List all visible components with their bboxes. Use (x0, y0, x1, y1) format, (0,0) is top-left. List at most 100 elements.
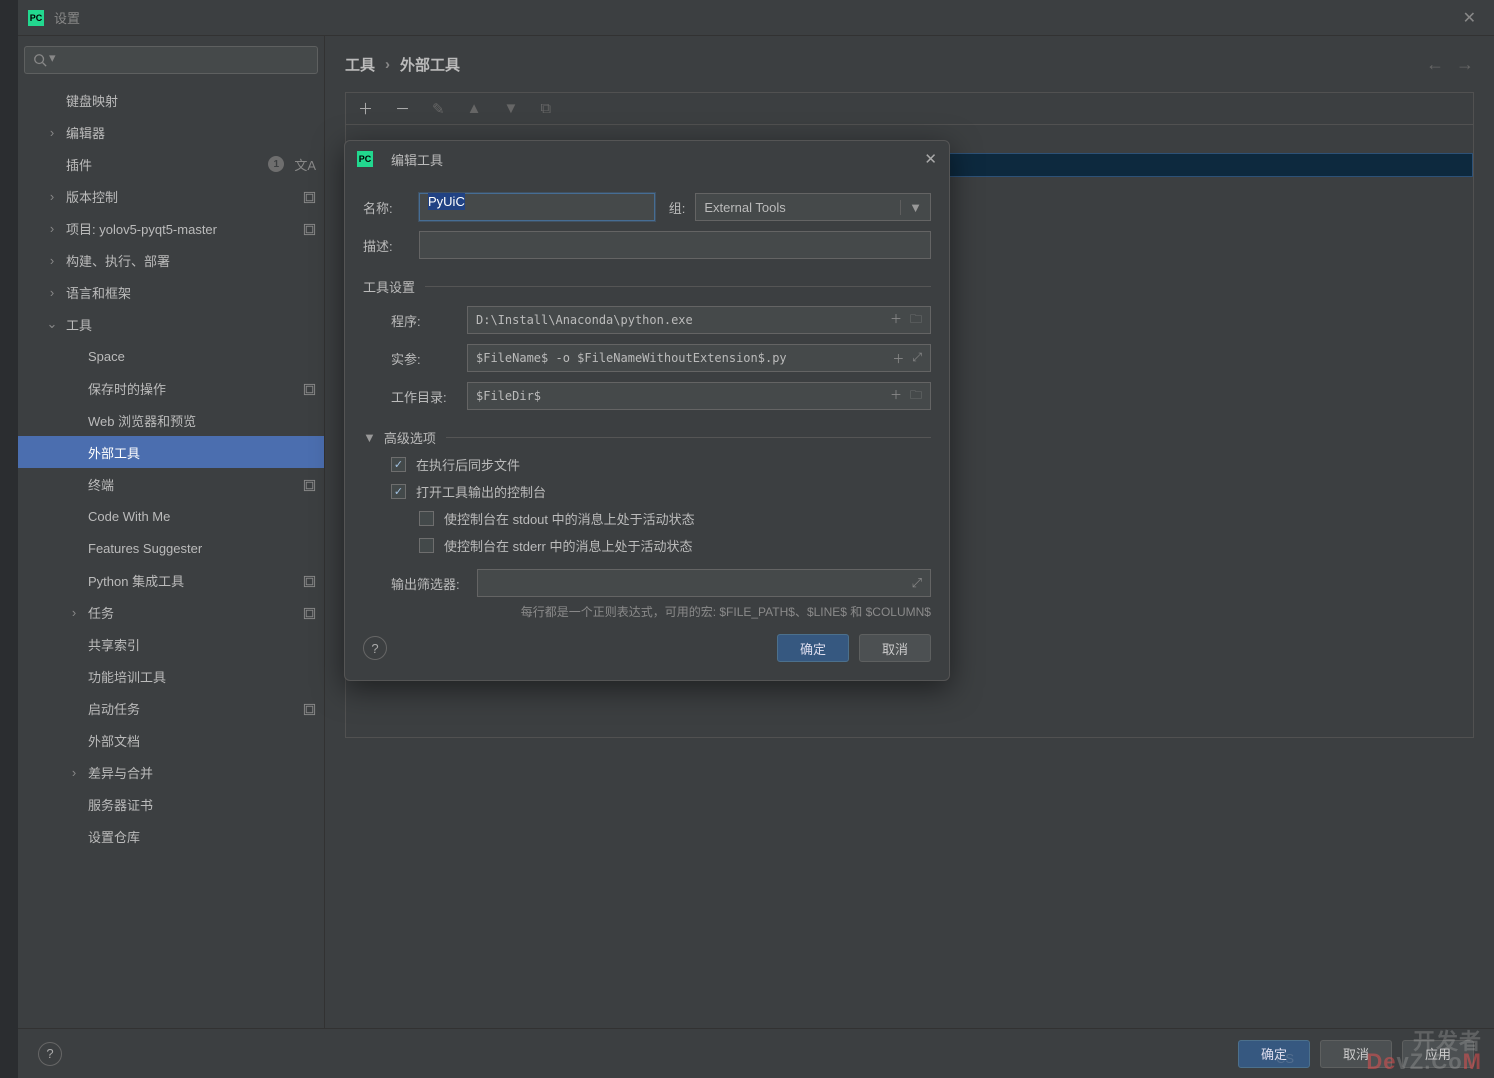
sidebar-item-label: 项目: yolov5-pyqt5-master (66, 219, 299, 238)
sidebar-item-label: 键盘映射 (66, 91, 316, 110)
sidebar-item-label: 服务器证书 (88, 795, 316, 814)
browse-folder-icon[interactable]: 🗀 (910, 386, 922, 407)
dialog-title: 编辑工具 (391, 150, 443, 169)
dialog-titlebar: PC 编辑工具 ✕ (345, 141, 949, 177)
sidebar-item[interactable]: ›差异与合并 (18, 756, 324, 788)
scope-icon (303, 188, 316, 203)
sidebar-item-label: 功能培训工具 (88, 667, 316, 686)
sidebar-item[interactable]: Web 浏览器和预览 (18, 404, 324, 436)
args-input[interactable]: $FileName$ -o $FileNameWithoutExtension$… (467, 344, 931, 372)
remove-icon[interactable]: － (395, 98, 410, 119)
sidebar-item-label: Space (88, 349, 316, 364)
badge: 1 (268, 156, 284, 172)
sidebar-item[interactable]: 启动任务 (18, 692, 324, 724)
add-icon[interactable]: ＋ (358, 98, 373, 119)
checkbox-sync[interactable] (391, 457, 406, 472)
program-input[interactable]: D:\Install\Anaconda\python.exe ＋ 🗀 (467, 306, 931, 334)
program-label: 程序: (391, 311, 467, 330)
args-label: 实参: (391, 349, 467, 368)
back-icon[interactable]: ← (1426, 54, 1444, 75)
help-button[interactable]: ? (363, 636, 387, 660)
sidebar-item[interactable]: 终端 (18, 468, 324, 500)
breadcrumb-root[interactable]: 工具 (345, 54, 375, 75)
chevron-icon: › (68, 605, 80, 620)
output-filter-input[interactable]: ⤢ (477, 569, 931, 597)
checkbox-sync-label: 在执行后同步文件 (416, 455, 520, 474)
sidebar-item[interactable]: 服务器证书 (18, 788, 324, 820)
dialog-close-icon[interactable]: ✕ (924, 150, 937, 168)
group-combo[interactable]: External Tools ▼ (695, 193, 931, 221)
sidebar-item-label: 外部文档 (88, 731, 316, 750)
dialog-ok-button[interactable]: 确定 (777, 634, 849, 662)
output-filter-label: 输出筛选器: (391, 574, 477, 593)
sidebar-item-label: Web 浏览器和预览 (88, 411, 316, 430)
desc-input[interactable] (419, 231, 931, 259)
sidebar-item[interactable]: 外部文档 (18, 724, 324, 756)
section-advanced[interactable]: ▼ 高级选项 (363, 428, 931, 447)
sidebar-item-label: 任务 (88, 603, 299, 622)
sidebar-item[interactable]: Features Suggester (18, 532, 324, 564)
search-icon (33, 53, 47, 67)
forward-icon[interactable]: → (1456, 54, 1474, 75)
dialog-cancel-button[interactable]: 取消 (859, 634, 931, 662)
search-wrap: ▾ (18, 36, 324, 84)
insert-macro-icon[interactable]: ＋ (890, 386, 902, 407)
sidebar-item[interactable]: ›编辑器 (18, 116, 324, 148)
sidebar-item[interactable]: ›构建、执行、部署 (18, 244, 324, 276)
sidebar-item[interactable]: 共享索引 (18, 628, 324, 660)
sidebar: ▾ 键盘映射›编辑器插件1文A›版本控制›项目: yolov5-pyqt5-ma… (18, 36, 325, 1078)
copy-icon[interactable]: ⧉ (540, 100, 551, 117)
sidebar-item[interactable]: Space (18, 340, 324, 372)
chevron-icon: › (46, 285, 58, 300)
chevron-icon: › (46, 125, 58, 140)
chevron-icon: › (46, 221, 58, 236)
close-icon[interactable]: ✕ (1455, 4, 1484, 32)
sidebar-item-label: 插件 (66, 155, 268, 174)
insert-macro-icon[interactable]: ＋ (890, 310, 902, 331)
chevron-icon: › (46, 253, 58, 268)
chevron-icon: ⌄ (46, 316, 58, 332)
checkbox-stdout-label: 使控制台在 stdout 中的消息上处于活动状态 (444, 509, 695, 528)
sidebar-item[interactable]: 外部工具 (18, 436, 324, 468)
titlebar: PC 设置 ✕ (18, 0, 1494, 36)
sidebar-item[interactable]: 保存时的操作 (18, 372, 324, 404)
search-input[interactable]: ▾ (24, 46, 318, 74)
sidebar-item[interactable]: › 项目: yolov5-pyqt5-master (18, 212, 324, 244)
scope-icon (303, 380, 316, 395)
insert-macro-icon[interactable]: ＋ (892, 350, 904, 367)
breadcrumb: 工具 › 外部工具 ← → (325, 36, 1494, 92)
down-icon[interactable]: ▼ (503, 100, 518, 117)
name-input[interactable]: PyUiC (419, 193, 655, 221)
sidebar-item[interactable]: Python 集成工具 (18, 564, 324, 596)
window-title: 设置 (54, 8, 1455, 27)
sidebar-item[interactable]: Code With Me (18, 500, 324, 532)
sidebar-item[interactable]: 设置仓库 (18, 820, 324, 852)
checkbox-stdout[interactable] (419, 511, 434, 526)
breadcrumb-sep: › (385, 56, 390, 73)
sidebar-item[interactable]: ›版本控制 (18, 180, 324, 212)
browse-folder-icon[interactable]: 🗀 (910, 310, 922, 331)
checkbox-console-label: 打开工具输出的控制台 (416, 482, 546, 501)
expand-icon[interactable]: ⤢ (912, 350, 922, 367)
sidebar-item[interactable]: 键盘映射 (18, 84, 324, 116)
nav-arrows: ← → (1426, 54, 1474, 75)
sidebar-item[interactable]: 插件1文A (18, 148, 324, 180)
help-button[interactable]: ? (38, 1042, 62, 1066)
checkbox-stderr[interactable] (419, 538, 434, 553)
chevron-down-icon: ▼ (363, 430, 376, 445)
sidebar-item[interactable]: › 任务 (18, 596, 324, 628)
checkbox-console[interactable] (391, 484, 406, 499)
expand-icon[interactable]: ⤢ (912, 575, 922, 591)
sidebar-item-label: Python 集成工具 (88, 571, 299, 590)
ok-button[interactable]: 确定 (1238, 1040, 1310, 1068)
sidebar-item[interactable]: 功能培训工具 (18, 660, 324, 692)
scope-icon (303, 604, 316, 619)
sidebar-item-label: 共享索引 (88, 635, 316, 654)
workdir-input[interactable]: $FileDir$ ＋ 🗀 (467, 382, 931, 410)
chevron-icon: › (46, 189, 58, 204)
settings-footer: ? 确定 取消 应用 (18, 1028, 1494, 1078)
up-icon[interactable]: ▲ (467, 100, 482, 117)
sidebar-item[interactable]: ›语言和框架 (18, 276, 324, 308)
edit-icon[interactable]: ✎ (432, 100, 445, 118)
sidebar-item[interactable]: ⌄工具 (18, 308, 324, 340)
